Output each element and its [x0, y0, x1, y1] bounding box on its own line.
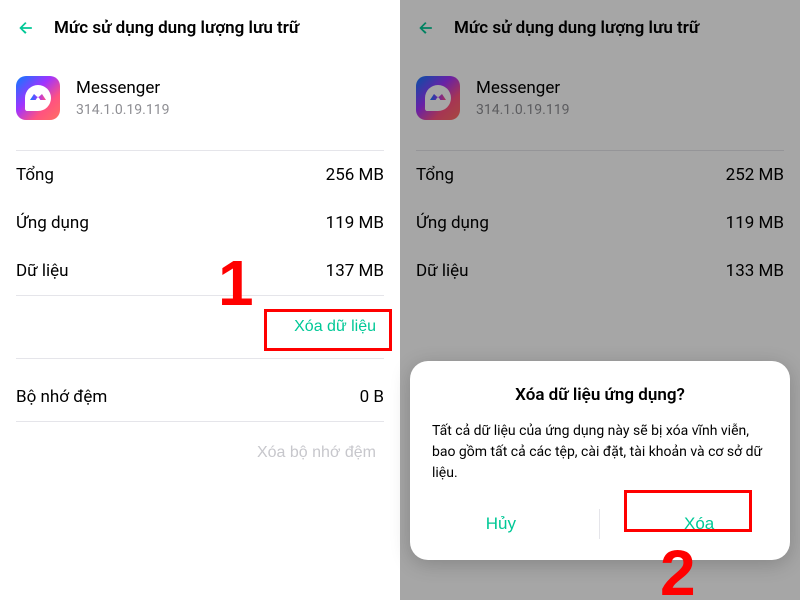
app-version: 314.1.0.19.119 [76, 102, 169, 118]
divider [16, 358, 384, 359]
stat-cache: Bộ nhớ đệm 0 B [0, 373, 400, 421]
stat-label: Ứng dụng [16, 213, 89, 233]
divider [599, 509, 600, 539]
stat-label: Tổng [16, 165, 54, 185]
stat-value: 119 MB [326, 213, 384, 233]
header: Mức sử dụng dung lượng lưu trữ [0, 0, 400, 52]
dialog-buttons: Hủy Xóa [432, 506, 768, 542]
messenger-icon [416, 76, 460, 120]
stat-data: Dữ liệu 137 MB [0, 247, 400, 295]
page-title: Mức sử dụng dung lượng lưu trữ [54, 18, 299, 38]
stat-value: 119 MB [726, 213, 784, 233]
page-title: Mức sử dụng dung lượng lưu trữ [454, 18, 699, 38]
back-arrow-icon[interactable] [16, 18, 36, 38]
stat-value: 0 B [360, 387, 384, 407]
stat-app: Ứng dụng 119 MB [400, 199, 800, 247]
stat-label: Dữ liệu [16, 261, 69, 281]
clear-cache-button: Xóa bộ nhớ đệm [249, 438, 384, 468]
annotation-step: 1 [218, 246, 254, 320]
cancel-button[interactable]: Hủy [462, 506, 540, 542]
stat-total: Tổng 252 MB [400, 151, 800, 199]
stat-label: Tổng [416, 165, 454, 185]
stat-value: 137 MB [326, 261, 384, 281]
stat-label: Bộ nhớ đệm [16, 387, 107, 407]
app-name: Messenger [476, 78, 569, 98]
app-version: 314.1.0.19.119 [476, 102, 569, 118]
messenger-icon [16, 76, 60, 120]
storage-usage-screen-dialog: Mức sử dụng dung lượng lưu trữ Messenger… [400, 0, 800, 600]
dialog-body: Tất cả dữ liệu của ứng dụng này sẽ bị xó… [432, 421, 768, 484]
stat-value: 252 MB [726, 165, 784, 185]
storage-usage-screen: Mức sử dụng dung lượng lưu trữ Messenger… [0, 0, 400, 600]
confirm-dialog: Xóa dữ liệu ứng dụng? Tất cả dữ liệu của… [410, 361, 790, 560]
app-info-row: Messenger 314.1.0.19.119 [0, 52, 400, 150]
annotation-step: 2 [660, 536, 696, 610]
stat-data: Dữ liệu 133 MB [400, 247, 800, 295]
app-name: Messenger [76, 78, 169, 98]
stat-total: Tổng 256 MB [0, 151, 400, 199]
stat-value: 133 MB [726, 261, 784, 281]
app-info-row: Messenger 314.1.0.19.119 [400, 52, 800, 150]
stat-label: Ứng dụng [416, 213, 489, 233]
stat-app: Ứng dụng 119 MB [0, 199, 400, 247]
clear-data-button[interactable]: Xóa dữ liệu [286, 312, 384, 342]
back-arrow-icon [416, 18, 436, 38]
stat-label: Dữ liệu [416, 261, 469, 281]
stat-value: 256 MB [326, 165, 384, 185]
dialog-title: Xóa dữ liệu ứng dụng? [432, 385, 768, 405]
action-row: Xóa dữ liệu [0, 296, 400, 358]
header: Mức sử dụng dung lượng lưu trữ [400, 0, 800, 52]
action-row: Xóa bộ nhớ đệm [0, 422, 400, 484]
